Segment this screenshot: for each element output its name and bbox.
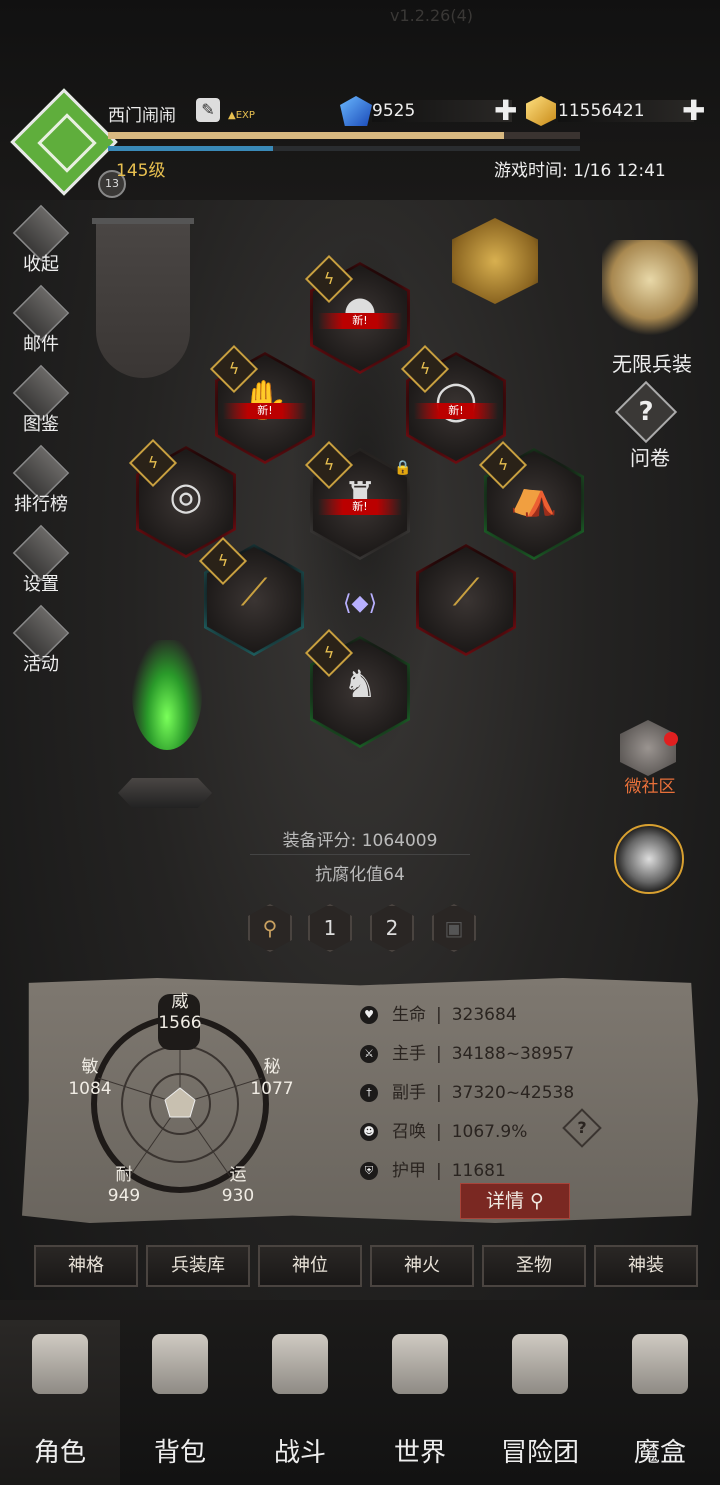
tab-divinity[interactable]: 神格 xyxy=(34,1245,138,1287)
codex-button[interactable]: 图鉴 xyxy=(6,364,76,436)
swap-diamond-icon[interactable]: ⟨◆⟩ xyxy=(322,590,398,618)
new-tag: 新! xyxy=(414,403,498,419)
player-name: 西门闹闹 xyxy=(108,106,176,126)
survey-label[interactable]: 问卷 xyxy=(610,442,690,471)
stat-min-label: 敏 xyxy=(81,1057,99,1077)
add-gold-button[interactable]: ✚ xyxy=(682,94,705,127)
mail-button[interactable]: 邮件 xyxy=(6,284,76,356)
ranking-button[interactable]: 排行榜 xyxy=(6,444,76,516)
stat-mi-label: 秘 xyxy=(263,1057,281,1077)
community-label[interactable]: 微社区 xyxy=(608,772,692,797)
tab-relic[interactable]: 圣物 xyxy=(482,1245,586,1287)
stat-row: ⚔ 主手 | 34188~38957 xyxy=(360,1039,574,1064)
nav-world[interactable]: 世界 xyxy=(360,1320,480,1485)
helmet-icon xyxy=(32,1334,88,1394)
tab-divine-gear[interactable]: 神装 xyxy=(594,1245,698,1287)
nav-adventure-team[interactable]: 冒险团 xyxy=(480,1320,600,1485)
nav-character[interactable]: 角色 xyxy=(0,1320,120,1485)
stat-name: 主手 xyxy=(392,1044,426,1064)
stat-wei-value: 1566 xyxy=(158,1013,202,1033)
gold-count: 11556421 xyxy=(558,100,694,122)
avatar[interactable]: 13 xyxy=(10,88,126,198)
stat-yun-label: 运 xyxy=(229,1165,247,1185)
staff-icon: ⟋ xyxy=(452,570,480,614)
stat-mi-value: 1077 xyxy=(250,1079,294,1099)
banner-rod xyxy=(92,218,194,224)
stat-yun-value: 930 xyxy=(221,1186,255,1206)
player-level: 145级 xyxy=(116,161,166,181)
stat-value: 323684 xyxy=(451,1005,517,1025)
new-tag: 新! xyxy=(223,403,307,419)
stat-value: 37320~42538 xyxy=(451,1083,575,1103)
stat-row: ☻ 召唤 | 1067.9% xyxy=(360,1117,527,1142)
infinite-gear-icon[interactable] xyxy=(602,240,698,340)
stat-nai-value: 949 xyxy=(107,1186,141,1206)
winged-emblem-icon[interactable] xyxy=(614,824,684,894)
details-label: 详情 xyxy=(486,1190,525,1212)
question-icon: ? xyxy=(638,397,654,427)
stat-row: ⛨ 护甲 | 11681 xyxy=(360,1156,506,1181)
lock-icon: 🔒 xyxy=(394,460,412,476)
castle-icon xyxy=(512,1334,568,1394)
heart-icon: ♥ xyxy=(360,1006,378,1024)
stat-min-value: 1084 xyxy=(68,1079,112,1099)
exp-bar xyxy=(108,132,580,139)
question-icon: ? xyxy=(577,1118,587,1137)
game-time: 游戏时间: 1/16 12:41 xyxy=(494,161,666,181)
divider xyxy=(250,854,470,855)
tab-divine-fire[interactable]: 神火 xyxy=(370,1245,474,1287)
stat-value: 1067.9% xyxy=(451,1122,528,1142)
nav-battle[interactable]: 战斗 xyxy=(240,1320,360,1485)
summon-icon: ☻ xyxy=(360,1123,378,1141)
crossed-swords-icon xyxy=(272,1334,328,1394)
brazier-base xyxy=(118,778,212,808)
energy-bar xyxy=(108,146,580,151)
gem-count: 9525 xyxy=(372,100,512,122)
stat-name: 召唤 xyxy=(392,1122,426,1142)
anti-corruption-value: 抗腐化值64 xyxy=(315,865,405,885)
version-label: v1.2.26(4) xyxy=(390,6,474,25)
stat-name: 副手 xyxy=(392,1083,426,1103)
new-tag: 新! xyxy=(318,313,402,329)
new-tag: 新! xyxy=(318,499,402,515)
exp-icon: ▲EXP xyxy=(228,110,255,121)
shield-icon: ⛨ xyxy=(360,1162,378,1180)
magnifier-icon: ⚲ xyxy=(524,1190,544,1212)
stat-nai-label: 耐 xyxy=(115,1165,133,1185)
map-scroll-icon xyxy=(392,1334,448,1394)
collapse-button[interactable]: 收起 xyxy=(6,204,76,276)
edit-icon[interactable]: ✎ xyxy=(196,98,220,122)
infinite-gear-label[interactable]: 无限兵装 xyxy=(594,348,710,377)
stat-name: 生命 xyxy=(392,1005,426,1025)
details-button[interactable]: 详情 ⚲ xyxy=(460,1183,570,1219)
guild-banner[interactable] xyxy=(96,222,190,378)
stat-value: 34188~38957 xyxy=(451,1044,575,1064)
equipment-score: 装备评分: 1064009 xyxy=(282,831,438,851)
tab-armory[interactable]: 兵装库 xyxy=(146,1245,250,1287)
magic-cube-icon xyxy=(632,1334,688,1394)
settings-button[interactable]: 设置 xyxy=(6,524,76,596)
nav-backpack[interactable]: 背包 xyxy=(120,1320,240,1485)
stat-value: 11681 xyxy=(451,1161,506,1181)
notification-dot xyxy=(664,732,678,746)
tab-god-seat[interactable]: 神位 xyxy=(258,1245,362,1287)
sword-icon: ⚔ xyxy=(360,1045,378,1063)
stat-wei-label: 威 xyxy=(171,992,189,1012)
backpack-icon xyxy=(152,1334,208,1394)
events-button[interactable]: 活动 xyxy=(6,604,76,676)
stat-name: 护甲 xyxy=(392,1161,426,1181)
add-gems-button[interactable]: ✚ xyxy=(494,94,517,127)
nav-magic-box[interactable]: 魔盒 xyxy=(600,1320,720,1485)
stat-row: † 副手 | 37320~42538 xyxy=(360,1078,574,1103)
dagger-icon: † xyxy=(360,1084,378,1102)
stat-row: ♥ 生命 | 323684 xyxy=(360,1000,517,1025)
green-flame-icon[interactable] xyxy=(132,640,202,750)
